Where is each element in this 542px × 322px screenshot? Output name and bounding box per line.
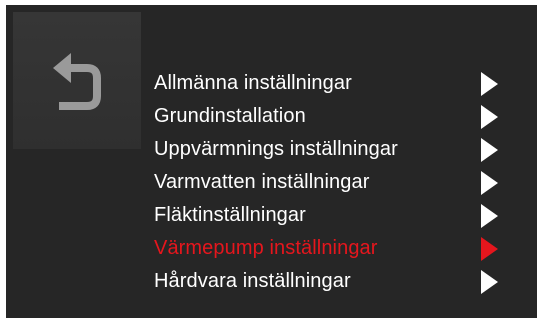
chevron-right-icon bbox=[481, 72, 498, 96]
menu-item-label: Grundinstallation bbox=[154, 105, 306, 127]
chevron-right-icon bbox=[481, 171, 498, 195]
menu-item-varmvatten[interactable]: Varmvatten inställningar bbox=[154, 166, 504, 199]
undo-arrow-icon bbox=[53, 52, 101, 110]
chevron-right-icon bbox=[481, 204, 498, 228]
menu-item-label: Värmepump inställningar bbox=[154, 237, 378, 259]
back-button[interactable] bbox=[13, 12, 141, 149]
menu-item-grundinstallation[interactable]: Grundinstallation bbox=[154, 100, 504, 133]
chevron-right-icon bbox=[481, 237, 498, 261]
menu-item-flakt[interactable]: Fläktinställningar bbox=[154, 199, 504, 232]
menu-item-label: Hårdvara inställningar bbox=[154, 270, 351, 292]
chevron-right-icon bbox=[481, 105, 498, 129]
menu-item-label: Allmänna inställningar bbox=[154, 72, 352, 94]
chevron-right-icon bbox=[481, 270, 498, 294]
menu-item-uppvarmning[interactable]: Uppvärmnings inställningar bbox=[154, 133, 504, 166]
menu-item-hardvara[interactable]: Hårdvara inställningar bbox=[154, 265, 504, 298]
settings-screen: Allmänna inställningar Grundinstallation… bbox=[6, 5, 537, 318]
menu-item-label: Uppvärmnings inställningar bbox=[154, 138, 398, 160]
menu-item-varmepump[interactable]: Värmepump inställningar bbox=[154, 232, 504, 265]
menu-item-allmanna[interactable]: Allmänna inställningar bbox=[154, 67, 504, 100]
settings-menu: Allmänna inställningar Grundinstallation… bbox=[154, 67, 504, 298]
menu-item-label: Varmvatten inställningar bbox=[154, 171, 370, 193]
chevron-right-icon bbox=[481, 138, 498, 162]
menu-item-label: Fläktinställningar bbox=[154, 204, 306, 226]
